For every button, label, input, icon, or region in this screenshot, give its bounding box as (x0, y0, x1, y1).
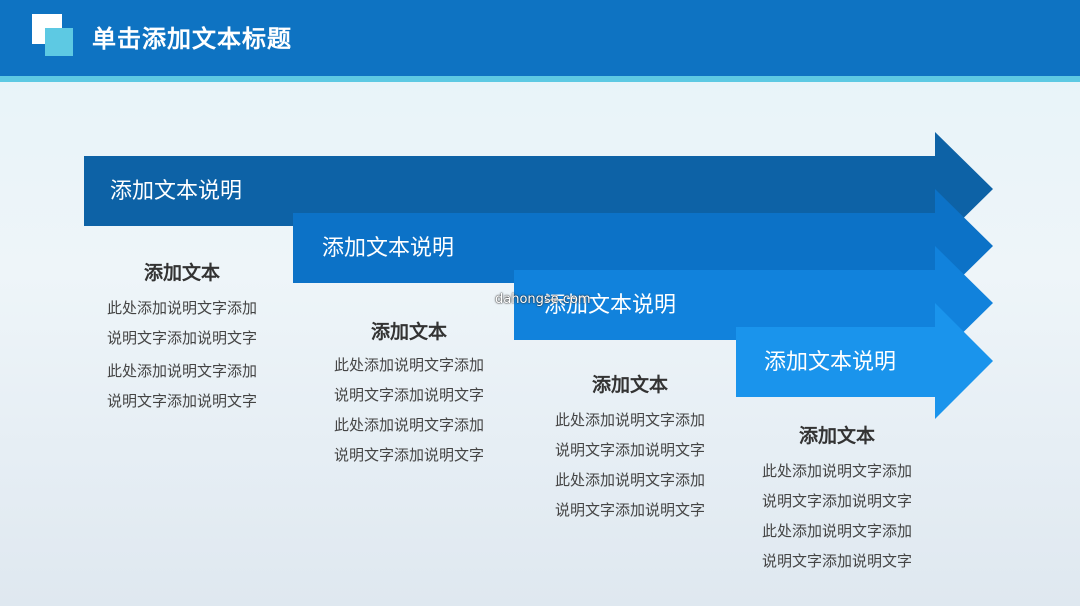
step-2-heading[interactable]: 添加文本 (314, 317, 504, 347)
step-3-line-4[interactable]: 说明文字添加说明文字 (535, 495, 725, 525)
watermark-text: dahongse.com (495, 292, 591, 307)
step-1-line-1[interactable]: 此处添加说明文字添加 (87, 293, 277, 323)
step-3-heading[interactable]: 添加文本 (535, 370, 725, 400)
step-2-line-1[interactable]: 此处添加说明文字添加 (314, 350, 504, 380)
step-4-band-label[interactable]: 添加文本说明 (764, 343, 896, 383)
step-1-line-2[interactable]: 说明文字添加说明文字 (87, 323, 277, 353)
step-3-line-1[interactable]: 此处添加说明文字添加 (535, 405, 725, 435)
step-4-line-2[interactable]: 说明文字添加说明文字 (742, 486, 932, 516)
step-4-text-block: 添加文本 此处添加说明文字添加 说明文字添加说明文字 此处添加说明文字添加 说明… (742, 421, 932, 576)
step-1-text-block: 添加文本 此处添加说明文字添加 说明文字添加说明文字 此处添加说明文字添加 说明… (87, 258, 277, 416)
step-1-line-3[interactable]: 此处添加说明文字添加 (87, 356, 277, 386)
step-2-line-3[interactable]: 此处添加说明文字添加 (314, 410, 504, 440)
step-3-line-3[interactable]: 此处添加说明文字添加 (535, 465, 725, 495)
step-4-line-3[interactable]: 此处添加说明文字添加 (742, 516, 932, 546)
step-4-line-4[interactable]: 说明文字添加说明文字 (742, 546, 932, 576)
step-1-band-label[interactable]: 添加文本说明 (110, 172, 242, 212)
step-4-heading[interactable]: 添加文本 (742, 421, 932, 451)
step-2-line-2[interactable]: 说明文字添加说明文字 (314, 380, 504, 410)
step-3-text-block: 添加文本 此处添加说明文字添加 说明文字添加说明文字 此处添加说明文字添加 说明… (535, 370, 725, 525)
step-2-band-label[interactable]: 添加文本说明 (322, 229, 454, 269)
step-4-line-1[interactable]: 此处添加说明文字添加 (742, 456, 932, 486)
step-1-heading[interactable]: 添加文本 (87, 258, 277, 288)
step-1-line-4[interactable]: 说明文字添加说明文字 (87, 386, 277, 416)
step-2-text-block: 添加文本 此处添加说明文字添加 说明文字添加说明文字 此处添加说明文字添加 说明… (314, 317, 504, 470)
step-2-line-4[interactable]: 说明文字添加说明文字 (314, 440, 504, 470)
step-3-line-2[interactable]: 说明文字添加说明文字 (535, 435, 725, 465)
